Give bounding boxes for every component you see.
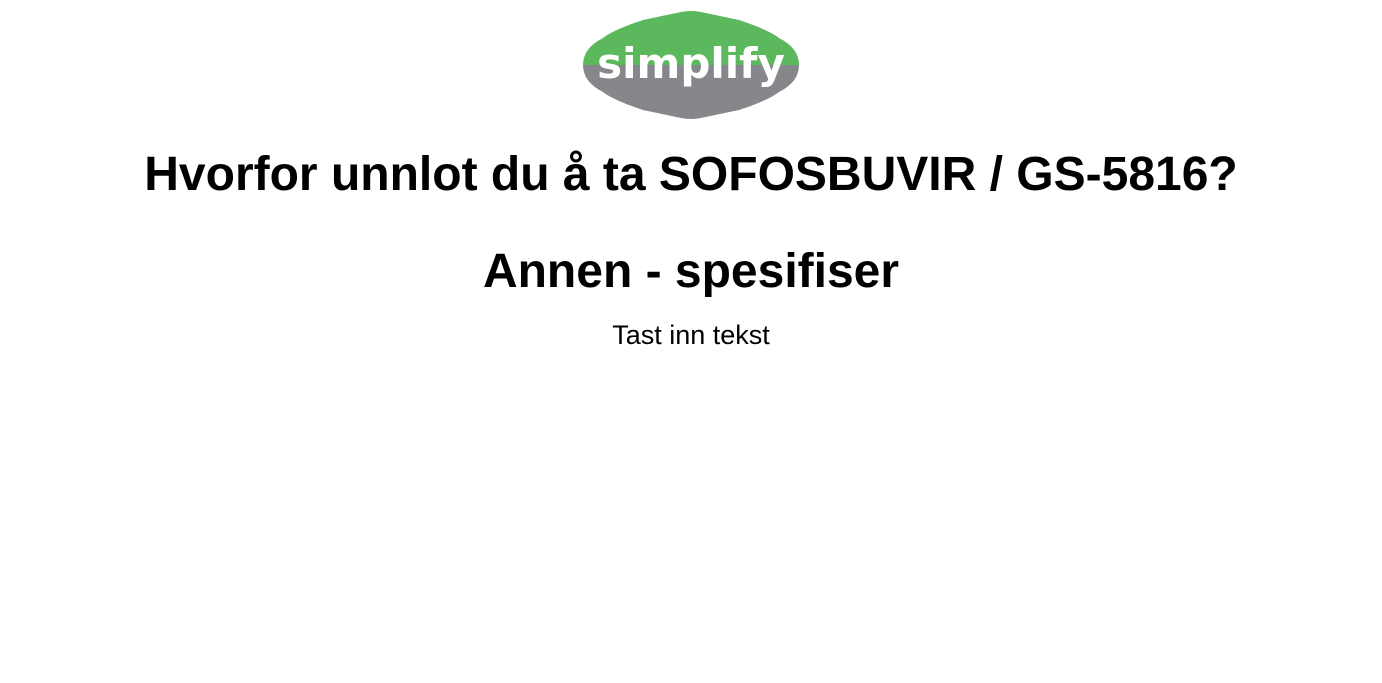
question-title: Hvorfor unnlot du å ta SOFOSBUVIR / GS-5… — [144, 148, 1238, 201]
logo-text: simplify — [597, 39, 785, 88]
survey-page: simplify Hvorfor unnlot du å ta SOFOSBUV… — [0, 0, 1382, 683]
specify-text-input[interactable] — [541, 316, 841, 354]
simplify-logo: simplify — [583, 10, 799, 120]
simplify-logo-graphic: simplify — [583, 11, 799, 119]
answer-option-label: Annen - spesifiser — [482, 245, 900, 298]
